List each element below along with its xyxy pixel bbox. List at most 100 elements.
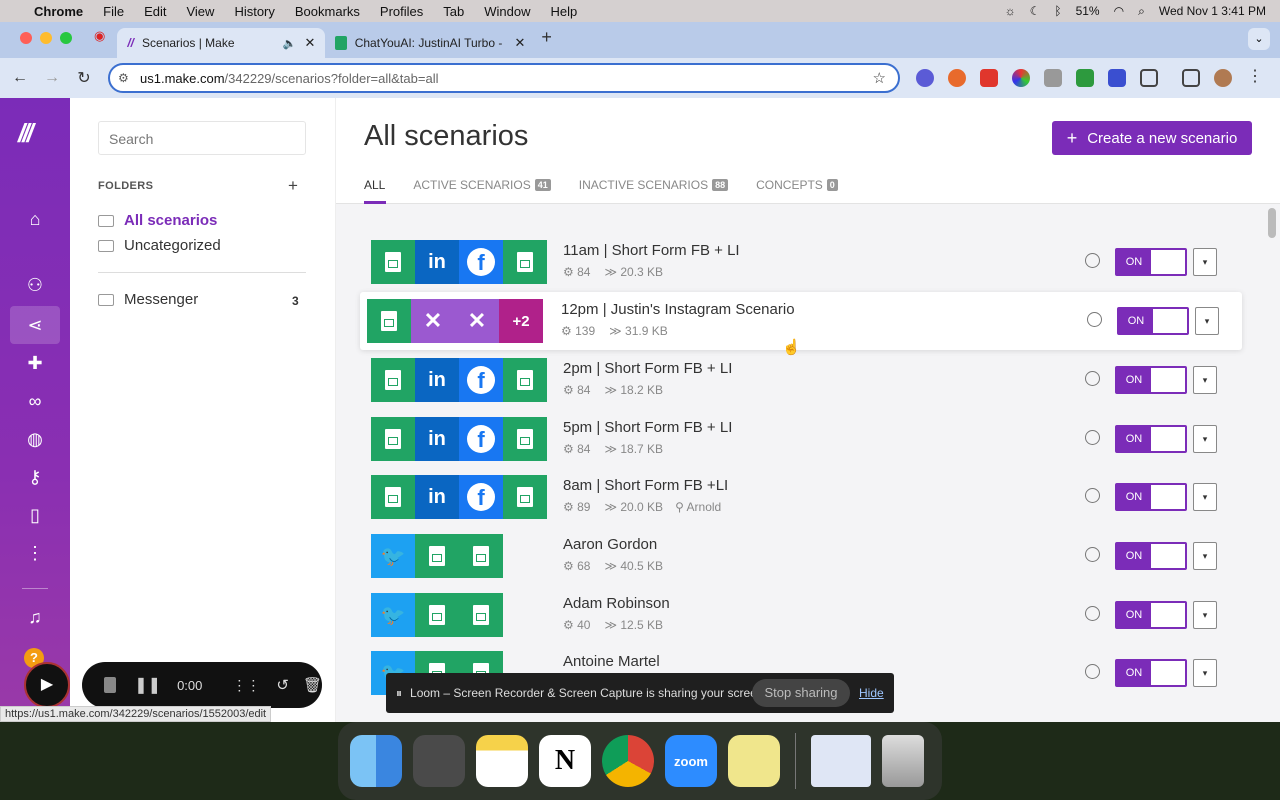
tab-search-icon[interactable]: ⌄ [1248, 28, 1270, 50]
scenario-toggle[interactable]: ON [1117, 307, 1189, 335]
schedule-clock-icon[interactable] [1085, 371, 1100, 386]
window-thumbnail-icon[interactable] [811, 735, 871, 787]
schedule-clock-icon[interactable] [1085, 547, 1100, 562]
scenario-toggle[interactable]: ON [1115, 601, 1187, 629]
tab-chatyouai[interactable]: ChatYouAI: JustinAI Turbo - C ✕ [325, 28, 535, 58]
folder-all-scenarios[interactable]: All scenarios [98, 212, 217, 229]
home-icon[interactable]: ⌂ [22, 206, 48, 232]
menu-app[interactable]: Chrome [34, 4, 83, 19]
scenario-row[interactable]: ✕ ✕ +2 12pm | Justin's Instagram Scenari… [360, 292, 1242, 356]
schedule-clock-icon[interactable] [1085, 606, 1100, 621]
menu-file[interactable]: File [103, 4, 124, 19]
forward-icon[interactable]: → [36, 69, 68, 87]
extension-orange-icon[interactable] [948, 69, 966, 87]
schedule-clock-icon[interactable] [1085, 488, 1100, 503]
clock[interactable]: Wed Nov 1 3:41 PM [1159, 4, 1266, 18]
scenario-options-dropdown[interactable]: ▾ [1193, 248, 1217, 276]
scenario-options-dropdown[interactable]: ▾ [1193, 601, 1217, 629]
menu-bookmarks[interactable]: Bookmarks [295, 4, 360, 19]
scenario-name[interactable]: 5pm | Short Form FB + LI [563, 419, 732, 436]
restart-icon[interactable]: ↺ [276, 676, 289, 694]
minimize-window-icon[interactable] [40, 32, 52, 44]
bluetooth-icon[interactable]: ᛒ [1054, 4, 1061, 18]
webhooks-globe-icon[interactable]: ◍ [22, 426, 48, 452]
reload-icon[interactable]: ↻ [68, 68, 100, 88]
tab-inactive-scenarios[interactable]: INACTIVE SCENARIOS 88 [579, 178, 729, 202]
spotlight-icon[interactable]: ⌕ [1138, 4, 1145, 19]
stop-recording-icon[interactable] [104, 677, 117, 693]
chrome-menu-icon[interactable]: ⋮ [1246, 69, 1264, 87]
folder-messenger[interactable]: Messenger [98, 291, 198, 308]
more-vertical-icon[interactable]: ⋮ [22, 540, 48, 566]
extension-glasses-icon[interactable] [1076, 69, 1094, 87]
menu-view[interactable]: View [186, 4, 214, 19]
scenario-toggle[interactable]: ON [1115, 366, 1187, 394]
extensions-puzzle-icon[interactable] [1140, 69, 1158, 87]
extension-blue-icon[interactable] [1108, 69, 1126, 87]
bookmark-star-icon[interactable]: ☆ [873, 69, 886, 87]
close-window-icon[interactable] [20, 32, 32, 44]
extension-sparkle-icon[interactable] [916, 69, 934, 87]
scenario-options-dropdown[interactable]: ▾ [1193, 483, 1217, 511]
profile-avatar[interactable] [1214, 69, 1232, 87]
scenarios-share-icon[interactable]: ⋖ [10, 306, 60, 344]
scenario-name[interactable]: 12pm | Justin's Instagram Scenario [561, 301, 795, 318]
schedule-clock-icon[interactable] [1085, 253, 1100, 268]
tab-concepts[interactable]: CONCEPTS 0 [756, 178, 838, 202]
scenario-row[interactable]: 🐦 Aaron Gordon ⚙ 68 ≫ 40.5 KB ON ▾ [371, 527, 1241, 585]
scenario-row[interactable]: in f 5pm | Short Form FB + LI ⚙ 84 ≫ 18.7… [371, 410, 1241, 468]
tab-active-scenarios[interactable]: ACTIVE SCENARIOS 41 [413, 178, 551, 202]
menu-history[interactable]: History [234, 4, 274, 19]
camera-icon[interactable]: ▶ [24, 662, 70, 708]
menu-tab[interactable]: Tab [443, 4, 464, 19]
scenario-name[interactable]: 2pm | Short Form FB + LI [563, 360, 732, 377]
schedule-clock-icon[interactable] [1085, 430, 1100, 445]
notion-icon[interactable]: N [539, 735, 591, 787]
keys-icon[interactable]: ⚷ [22, 464, 48, 490]
calculator-icon[interactable] [413, 735, 465, 787]
scenario-options-dropdown[interactable]: ▾ [1193, 659, 1217, 687]
scenario-row[interactable]: 🐦 Adam Robinson ⚙ 40 ≫ 12.5 KB ON ▾ [371, 586, 1241, 644]
scenario-name[interactable]: Antoine Martel [563, 653, 660, 670]
address-bar[interactable]: ⚙ us1.make.com /342229/scenarios?folder=… [108, 63, 900, 93]
devices-phone-icon[interactable]: ▯ [22, 502, 48, 528]
scenario-options-dropdown[interactable]: ▾ [1193, 425, 1217, 453]
scenario-toggle[interactable]: ON [1115, 659, 1187, 687]
create-scenario-button[interactable]: + Create a new scenario [1052, 121, 1252, 155]
extension-code-icon[interactable] [1044, 69, 1062, 87]
recording-icon[interactable]: ◉ [94, 28, 105, 44]
make-logo-icon[interactable]: /// [18, 118, 34, 149]
drawing-grid-icon[interactable]: ⋮⋮ [232, 677, 260, 694]
scenario-options-dropdown[interactable]: ▾ [1193, 366, 1217, 394]
chrome-icon[interactable] [602, 735, 654, 787]
site-settings-icon[interactable]: ⚙ [118, 71, 129, 85]
scenario-options-dropdown[interactable]: ▾ [1195, 307, 1219, 335]
schedule-clock-icon[interactable] [1085, 664, 1100, 679]
delete-recording-icon[interactable]: 🗑 [303, 676, 322, 694]
moon-icon[interactable]: ☾ [1030, 4, 1041, 18]
wifi-icon[interactable]: ◠ [1114, 4, 1124, 18]
search-input[interactable]: Search [98, 121, 306, 155]
schedule-clock-icon[interactable] [1087, 312, 1102, 327]
trash-icon[interactable] [882, 735, 924, 787]
finder-icon[interactable] [350, 735, 402, 787]
scenario-toggle[interactable]: ON [1115, 483, 1187, 511]
scenario-toggle[interactable]: ON [1115, 425, 1187, 453]
extension-pdf-icon[interactable] [980, 69, 998, 87]
scenario-name[interactable]: 11am | Short Form FB + LI [563, 242, 740, 259]
pause-recording-icon[interactable]: ❚❚ [134, 675, 161, 695]
stickies-icon[interactable] [728, 735, 780, 787]
scenario-row[interactable]: in f 2pm | Short Form FB + LI ⚙ 84 ≫ 18.2… [371, 351, 1241, 409]
back-icon[interactable]: ← [4, 69, 36, 87]
connections-link-icon[interactable]: ∞ [22, 388, 48, 414]
new-tab-icon[interactable]: + [541, 27, 552, 48]
add-folder-icon[interactable]: + [288, 176, 298, 196]
scrollbar[interactable] [1268, 208, 1276, 238]
team-icon[interactable]: ⚇ [22, 272, 48, 298]
brightness-icon[interactable]: ☼ [1005, 4, 1016, 18]
scenario-name[interactable]: 8am | Short Form FB +LI [563, 477, 728, 494]
speaker-icon[interactable]: 🔈 [283, 37, 297, 50]
scenario-options-dropdown[interactable]: ▾ [1193, 542, 1217, 570]
tab-close-icon[interactable]: ✕ [304, 35, 315, 51]
menu-window[interactable]: Window [484, 4, 530, 19]
